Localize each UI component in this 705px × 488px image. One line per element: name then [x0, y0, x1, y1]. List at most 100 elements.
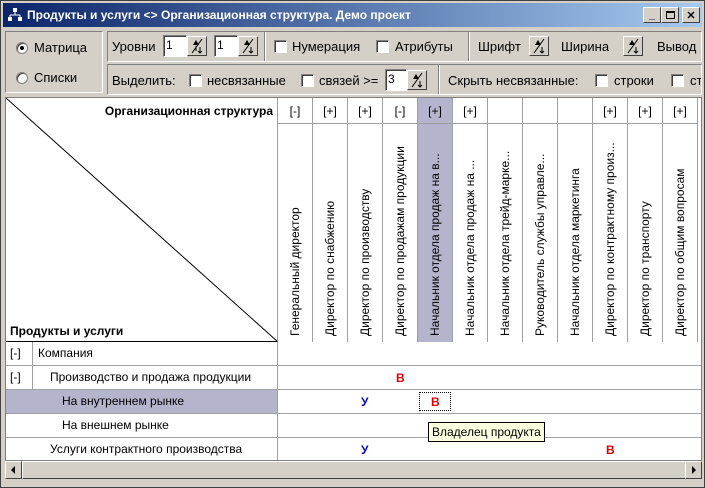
- column-expander[interactable]: [+]: [628, 98, 662, 124]
- column-expander[interactable]: [+]: [663, 98, 697, 124]
- matrix-cell[interactable]: У: [361, 395, 368, 409]
- scroll-right-button[interactable]: [685, 461, 702, 479]
- font-spinner[interactable]: [529, 36, 549, 56]
- matrix-cell[interactable]: В: [396, 371, 405, 385]
- minimize-icon: _: [648, 9, 656, 21]
- levels-field-2[interactable]: 1: [214, 35, 238, 57]
- column-label: Директор по снабжению: [323, 200, 337, 336]
- toolbar-separator: [468, 32, 470, 61]
- corner-top-label: Организационная структура: [104, 104, 273, 118]
- hide-unlinked-label: Скрыть несвязанные:: [448, 73, 579, 88]
- column-label: Начальник отдела продаж на ...: [463, 159, 477, 336]
- toolbar-row-2: Выделить: несвязанные связей >= 3 Скрыть…: [107, 64, 702, 95]
- column-expander[interactable]: [+]: [593, 98, 627, 124]
- hide-cols-checkbox[interactable]: [671, 74, 684, 87]
- links-count-spinner[interactable]: [407, 70, 427, 90]
- org-tree-icon: [7, 7, 23, 23]
- spin-arrows-icon: [242, 38, 254, 54]
- row-label: На внутреннем рынке: [62, 394, 185, 408]
- column-header[interactable]: [+] Директор по транспорту: [628, 98, 663, 342]
- column-header[interactable]: Руководитель службы управле...: [523, 98, 558, 342]
- matrix-cell[interactable]: У: [361, 443, 368, 457]
- column-label: Начальник отдела продаж на в...: [428, 153, 442, 336]
- unlinked-checkbox[interactable]: [189, 74, 202, 87]
- hide-rows-label: строки: [614, 73, 654, 88]
- column-header[interactable]: [+] Начальник отдела продаж на ...: [453, 98, 488, 342]
- column-expander[interactable]: [+]: [453, 98, 487, 124]
- column-header[interactable]: Начальник отдела трейд-марке...: [488, 98, 523, 342]
- column-header[interactable]: [+] Директор по контрактному произ...: [593, 98, 628, 342]
- matrix-grid: Организационная структура Продукты и усл…: [5, 97, 702, 461]
- row-expander[interactable]: [-]: [10, 346, 21, 360]
- corner-bottom-label: Продукты и услуги: [10, 324, 124, 338]
- column-header[interactable]: [+] Начальник отдела продаж на в...: [418, 98, 453, 342]
- title-bar[interactable]: Продукты и услуги <> Организационная стр…: [3, 3, 702, 27]
- column-expander[interactable]: [+]: [313, 98, 347, 124]
- font-label: Шрифт: [478, 39, 521, 54]
- links-checkbox[interactable]: [301, 74, 314, 87]
- links-count-field[interactable]: 3: [385, 69, 407, 91]
- corner-cell: Организационная структура Продукты и усл…: [6, 98, 278, 342]
- spin-arrows-icon: [627, 38, 639, 54]
- toolbar-separator: [264, 32, 266, 61]
- table-row[interactable]: На внутреннем рынке: [6, 390, 701, 414]
- window-title: Продукты и услуги <> Организационная стр…: [27, 8, 411, 22]
- arrow-left-icon: [11, 466, 15, 474]
- column-label: Начальник отдела маркетинга: [568, 168, 582, 336]
- focused-cell[interactable]: [419, 392, 451, 411]
- width-label: Ширина: [561, 39, 610, 54]
- hide-rows-checkbox[interactable]: [595, 74, 608, 87]
- tooltip: Владелец продукта: [428, 422, 545, 442]
- width-spinner[interactable]: [623, 36, 643, 56]
- lists-radio[interactable]: [16, 72, 28, 84]
- column-header[interactable]: [-] Директор по продажам продукции: [383, 98, 418, 342]
- scroll-thumb[interactable]: [22, 461, 686, 479]
- spin-arrows-icon: [533, 38, 545, 54]
- horizontal-scrollbar[interactable]: [5, 461, 702, 479]
- row-label: Компания: [38, 346, 93, 360]
- column-expander[interactable]: [523, 98, 557, 124]
- column-expander[interactable]: [+]: [348, 98, 382, 124]
- row-expander[interactable]: [-]: [10, 370, 21, 384]
- matrix-radio[interactable]: [16, 42, 28, 54]
- column-label: Директор по общим вопросам: [673, 168, 687, 336]
- matrix-cell[interactable]: В: [606, 443, 615, 457]
- levels-field-1[interactable]: 1: [163, 35, 187, 57]
- row-label: Услуги контрактного производства: [50, 442, 243, 456]
- column-header[interactable]: [+] Директор по снабжению: [313, 98, 348, 342]
- column-header[interactable]: [+] Директор по общим вопросам: [663, 98, 698, 342]
- scroll-left-button[interactable]: [5, 461, 22, 479]
- maximize-button[interactable]: [661, 7, 679, 23]
- column-expander[interactable]: [-]: [383, 98, 417, 124]
- column-header[interactable]: Начальник отдела маркетинга: [558, 98, 593, 342]
- numbering-checkbox[interactable]: [274, 40, 287, 53]
- levels-spinner-2[interactable]: [238, 36, 258, 56]
- unlinked-label: несвязанные: [207, 73, 286, 88]
- column-expander[interactable]: [-]: [278, 98, 312, 124]
- attributes-label: Атрибуты: [395, 39, 453, 54]
- row-label: На внешнем рынке: [62, 418, 169, 432]
- row-label: Производство и продажа продукции: [50, 370, 252, 384]
- minimize-button[interactable]: _: [643, 7, 661, 23]
- table-row[interactable]: Услуги контрактного производства: [6, 438, 701, 460]
- column-expander[interactable]: [+]: [418, 98, 452, 124]
- output-label[interactable]: Вывод: [657, 39, 696, 54]
- column-header[interactable]: [-] Генеральный директор: [278, 98, 313, 342]
- numbering-label: Нумерация: [292, 39, 361, 54]
- column-header[interactable]: [+] Директор по производству: [348, 98, 383, 342]
- view-mode-panel: Матрица Списки: [5, 31, 103, 93]
- column-expander[interactable]: [488, 98, 522, 124]
- table-row[interactable]: [-] Компания: [6, 342, 701, 366]
- column-label: Руководитель службы управле...: [533, 153, 547, 336]
- hide-cols-label: ст: [690, 73, 702, 88]
- levels-spinner-1[interactable]: [187, 36, 207, 56]
- maximize-icon: [665, 11, 675, 19]
- close-button[interactable]: ✕: [682, 7, 700, 23]
- table-row[interactable]: На внешнем рынке: [6, 414, 701, 438]
- column-expander[interactable]: [558, 98, 592, 124]
- table-row[interactable]: [-] Производство и продажа продукции: [6, 366, 701, 390]
- attributes-checkbox[interactable]: [376, 40, 389, 53]
- toolbar-row-1: Уровни 1 1 Нумерация Атрибуты Шрифт Шири…: [107, 31, 702, 62]
- row-divider: [32, 342, 33, 365]
- column-label: Начальник отдела трейд-марке...: [498, 150, 512, 336]
